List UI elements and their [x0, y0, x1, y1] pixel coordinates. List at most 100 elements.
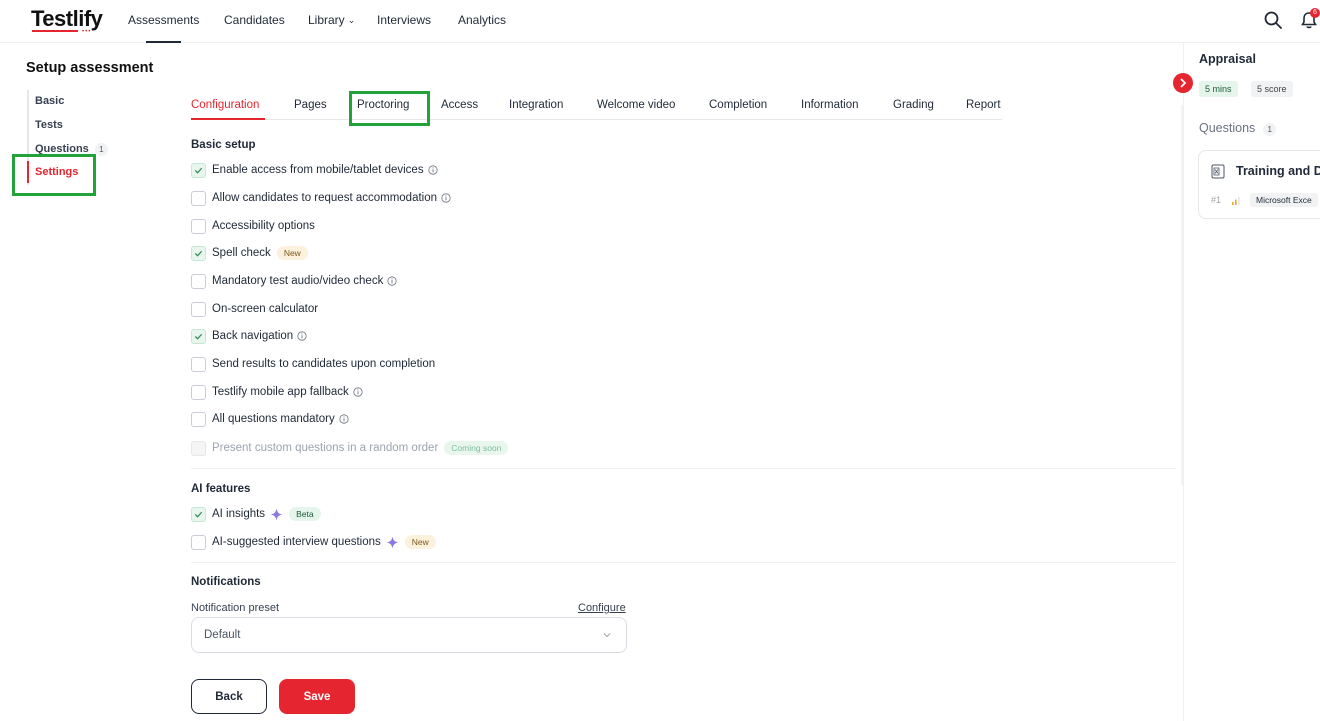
- info-icon[interactable]: [387, 276, 397, 286]
- option-label: Spell check: [212, 247, 271, 259]
- option-mobile-access[interactable]: Enable access from mobile/tablet devices: [191, 162, 438, 178]
- new-badge: New: [276, 246, 308, 260]
- option-mobile-fallback[interactable]: Testlify mobile app fallback: [191, 384, 363, 400]
- info-icon[interactable]: [427, 165, 438, 175]
- sparkle-icon: [270, 507, 283, 521]
- checkbox-send-results[interactable]: [191, 356, 206, 372]
- nav-active-indicator: [146, 41, 181, 43]
- option-label: Testlify mobile app fallback: [212, 386, 349, 398]
- check-icon: [194, 167, 203, 174]
- new-badge: New: [404, 535, 436, 549]
- tab-access[interactable]: Access: [441, 99, 478, 111]
- back-button[interactable]: Back: [191, 679, 267, 714]
- nav-assessments[interactable]: Assessments: [128, 13, 199, 27]
- settings-tabs: Configuration Pages Proctoring Access In…: [191, 95, 1002, 120]
- question-card[interactable]: Training and D #1 Microsoft Exce: [1198, 150, 1320, 219]
- section-divider: [191, 468, 1176, 469]
- checkbox-accommodation[interactable]: [191, 190, 206, 206]
- option-spell-check[interactable]: Spell check New: [191, 245, 308, 261]
- nav-analytics[interactable]: Analytics: [458, 13, 506, 27]
- checkbox-mobile-fallback[interactable]: [191, 384, 206, 400]
- assessment-name: Appraisal: [1199, 52, 1256, 66]
- ai-features-heading: AI features: [191, 483, 251, 495]
- nav-library-label: Library: [308, 13, 345, 27]
- info-icon[interactable]: [353, 387, 363, 397]
- questions-count-badge: 1: [94, 143, 108, 156]
- option-label: Mandatory test audio/video check: [212, 275, 384, 287]
- configure-link[interactable]: Configure: [578, 602, 626, 614]
- difficulty-bars-icon: [1232, 197, 1240, 205]
- tab-active-underline: [191, 118, 265, 120]
- checkbox-ai-insights[interactable]: [191, 506, 206, 522]
- tab-pages[interactable]: Pages: [294, 99, 327, 111]
- info-icon[interactable]: [441, 193, 451, 203]
- page-title: Setup assessment: [26, 60, 154, 76]
- save-button[interactable]: Save: [279, 679, 355, 714]
- search-icon[interactable]: [1263, 10, 1283, 30]
- checkbox-av-check[interactable]: [191, 273, 206, 289]
- tab-welcome-video[interactable]: Welcome video: [597, 99, 675, 111]
- nav-interviews[interactable]: Interviews: [377, 13, 431, 27]
- checkbox-all-mandatory[interactable]: [191, 411, 206, 427]
- top-navbar: Testlify ••• Assessments Candidates Libr…: [0, 0, 1320, 43]
- section-divider: [191, 562, 1176, 563]
- option-label: Enable access from mobile/tablet devices: [212, 164, 424, 176]
- option-label: Back navigation: [212, 330, 294, 342]
- checkbox-accessibility[interactable]: [191, 218, 206, 234]
- option-av-check[interactable]: Mandatory test audio/video check: [191, 273, 397, 289]
- sparkle-icon: [386, 535, 399, 549]
- collapse-panel-button[interactable]: [1173, 73, 1193, 93]
- option-random-order: Present custom questions in a random ord…: [191, 440, 509, 456]
- logo-underline: [32, 30, 78, 32]
- option-label: Send results to candidates upon completi…: [212, 358, 436, 370]
- score-badge: 5 score: [1251, 81, 1293, 97]
- option-all-mandatory[interactable]: All questions mandatory: [191, 411, 349, 427]
- excel-icon: [1211, 164, 1225, 179]
- chevron-down-icon: ⌄: [347, 15, 356, 25]
- option-label: Present custom questions in a random ord…: [212, 442, 439, 454]
- question-skill-tag: Microsoft Exce: [1250, 193, 1318, 207]
- notifications-heading: Notifications: [191, 576, 261, 588]
- check-icon: [194, 250, 203, 257]
- option-ai-insights[interactable]: AI insights Beta: [191, 506, 321, 522]
- duration-badge: 5 mins: [1199, 81, 1238, 97]
- tab-information[interactable]: Information: [801, 99, 859, 111]
- question-title: Training and D: [1236, 164, 1320, 178]
- logo-tagline: •••: [82, 29, 92, 35]
- left-nav-basic[interactable]: Basic: [35, 95, 64, 107]
- chevron-down-icon: [603, 633, 611, 638]
- left-nav-tests[interactable]: Tests: [35, 119, 63, 131]
- notification-badge: 6: [1310, 8, 1320, 18]
- option-calculator[interactable]: On-screen calculator: [191, 301, 318, 317]
- tab-grading[interactable]: Grading: [893, 99, 934, 111]
- highlight-box-settings: [12, 154, 96, 196]
- checkbox-calculator[interactable]: [191, 301, 206, 317]
- tab-completion[interactable]: Completion: [709, 99, 767, 111]
- tab-integration[interactable]: Integration: [509, 99, 563, 111]
- coming-soon-badge: Coming soon: [444, 441, 509, 455]
- option-label: All questions mandatory: [212, 413, 335, 425]
- info-icon[interactable]: [297, 331, 307, 341]
- testlify-logo[interactable]: Testlify: [31, 6, 103, 32]
- notification-preset-select[interactable]: Default: [191, 617, 627, 653]
- info-icon[interactable]: [339, 414, 349, 424]
- questions-count-badge: 1: [1263, 123, 1277, 136]
- option-ai-interview-questions[interactable]: AI-suggested interview questions New: [191, 534, 436, 550]
- notification-preset-value: Default: [204, 629, 241, 641]
- option-back-navigation[interactable]: Back navigation: [191, 328, 307, 344]
- questions-label: Questions: [1199, 121, 1256, 135]
- option-accessibility[interactable]: Accessibility options: [191, 218, 315, 234]
- checkbox-ai-interview-questions[interactable]: [191, 534, 206, 550]
- checkbox-random-order: [191, 440, 206, 456]
- option-accommodation[interactable]: Allow candidates to request accommodatio…: [191, 190, 451, 206]
- tab-configuration[interactable]: Configuration: [191, 99, 259, 111]
- check-icon: [194, 511, 203, 518]
- checkbox-spell-check[interactable]: [191, 245, 206, 261]
- option-send-results[interactable]: Send results to candidates upon completi…: [191, 356, 435, 372]
- checkbox-back-navigation[interactable]: [191, 328, 206, 344]
- nav-candidates[interactable]: Candidates: [224, 13, 285, 27]
- tab-report[interactable]: Report: [966, 99, 1001, 111]
- checkbox-mobile-access[interactable]: [191, 162, 206, 178]
- option-label: AI-suggested interview questions: [212, 536, 381, 548]
- nav-library[interactable]: Library ⌄: [308, 13, 355, 27]
